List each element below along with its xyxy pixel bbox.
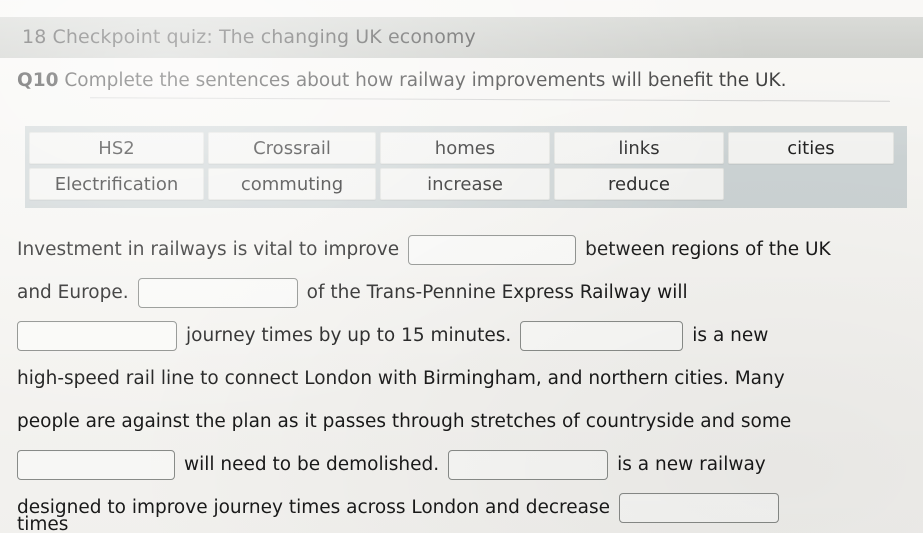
quiz-title: 18 Checkpoint quiz: The changing UK econ…: [22, 26, 476, 48]
sentence-line-1: Investment in railways is vital to impro…: [17, 228, 912, 271]
sentence-line-3: journey times by up to 15 minutes. is a …: [17, 314, 912, 357]
answer-blank-6[interactable]: [448, 449, 609, 480]
sentence-text-4: high-speed rail line to connect London w…: [17, 368, 785, 389]
answer-blank-4[interactable]: [520, 320, 684, 351]
word-chip-reduce[interactable]: reduce: [554, 168, 724, 200]
sentence-text-1b: between regions of the UK: [585, 239, 831, 260]
question-prompt: Q10 Complete the sentences about how rai…: [17, 70, 907, 92]
horizontal-rule: [90, 97, 890, 102]
word-chip-increase[interactable]: increase: [380, 168, 550, 200]
sentence-text-7: designed to improve journey times across…: [17, 497, 610, 518]
sentence-text-3b: is a new: [692, 325, 769, 346]
sentence-line-2: and Europe. of the Trans-Pennine Express…: [17, 271, 912, 314]
sentence-text-2a: and Europe.: [17, 282, 129, 303]
sentence-text-6b: is a new railway: [617, 454, 766, 475]
word-bank-row-1: HS2 Crossrail homes links cities: [25, 132, 907, 168]
answer-blank-3[interactable]: [17, 320, 177, 351]
sentence-text-1a: Investment in railways is vital to impro…: [17, 239, 400, 260]
question-number: Q10: [17, 70, 59, 91]
answer-blank-5[interactable]: [17, 449, 175, 480]
sentence-line-5: people are against the plan as it passes…: [17, 400, 912, 443]
word-chip-cities[interactable]: cities: [728, 132, 894, 164]
sentence-line-7: designed to improve journey times across…: [17, 486, 912, 529]
sentence-line-8: times: [17, 514, 69, 533]
answer-blank-2[interactable]: [137, 277, 298, 308]
sentence-text-6a: will need to be demolished.: [184, 454, 440, 475]
answer-body: Investment in railways is vital to impro…: [17, 228, 912, 529]
quiz-header-band: 18 Checkpoint quiz: The changing UK econ…: [0, 17, 923, 58]
answer-blank-1[interactable]: [408, 234, 577, 265]
word-chip-electrification[interactable]: Electrification: [29, 168, 204, 200]
sentence-line-4: high-speed rail line to connect London w…: [17, 357, 912, 400]
word-chip-commuting[interactable]: commuting: [208, 168, 376, 200]
question-instruction: Complete the sentences about how railway…: [64, 70, 787, 91]
word-chip-hs2[interactable]: HS2: [29, 132, 204, 164]
word-chip-homes[interactable]: homes: [380, 132, 550, 164]
word-bank: HS2 Crossrail homes links cities Electri…: [25, 126, 907, 208]
sentence-line-6: will need to be demolished. is a new rai…: [17, 443, 912, 486]
sentence-text-2b: of the Trans-Pennine Express Railway wil…: [306, 282, 688, 303]
answer-blank-7[interactable]: [618, 492, 779, 523]
word-chip-links[interactable]: links: [554, 132, 724, 164]
sentence-text-3a: journey times by up to 15 minutes.: [186, 325, 512, 346]
sentence-text-5: people are against the plan as it passes…: [17, 411, 792, 432]
word-chip-crossrail[interactable]: Crossrail: [208, 132, 376, 164]
word-bank-row-2: Electrification commuting increase reduc…: [25, 168, 907, 200]
